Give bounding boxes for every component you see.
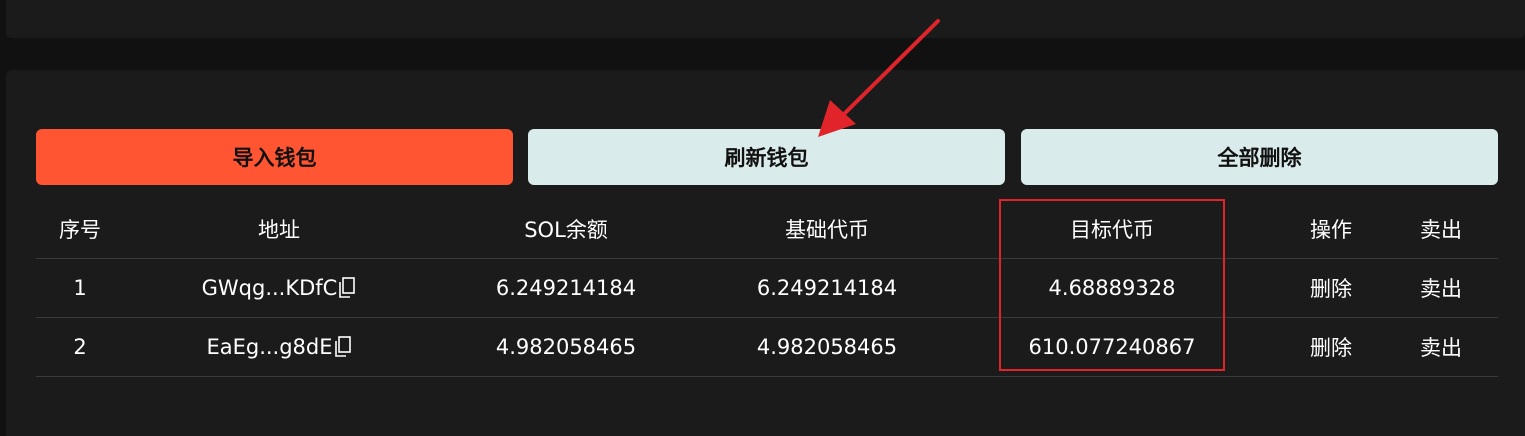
row-target-token: 4.68889328 (1048, 276, 1176, 300)
table-row: 1 GWqg...KDfC 6.249214184 6.249214184 4.… (36, 258, 1498, 317)
header-index: 序号 (59, 218, 101, 242)
row-address: GWqg...KDfC (124, 259, 434, 317)
header-target-token: 目标代币 (1070, 218, 1154, 242)
row-address: EaEg...g8dE (124, 318, 434, 376)
row-index: 1 (73, 276, 87, 300)
sell-row-button[interactable]: 卖出 (1386, 318, 1496, 376)
wallet-table: 序号 地址 SOL余额 基础代币 目标代币 操作 卖出 1 GWqg...KDf… (36, 200, 1498, 377)
header-sell: 卖出 (1420, 218, 1462, 242)
header-sol-balance: SOL余额 (524, 218, 608, 242)
delete-all-button[interactable]: 全部删除 (1021, 129, 1498, 185)
delete-row-button[interactable]: 删除 (1276, 259, 1386, 317)
header-base-token: 基础代币 (785, 218, 869, 242)
row-index: 2 (73, 335, 87, 359)
row-sol-balance: 4.982058465 (495, 335, 637, 359)
sell-row-button[interactable]: 卖出 (1386, 259, 1496, 317)
row-base-token: 4.982058465 (756, 335, 898, 359)
import-wallet-button[interactable]: 导入钱包 (36, 129, 513, 185)
row-target-token: 610.077240867 (1028, 335, 1196, 359)
row-base-token: 6.249214184 (756, 276, 898, 300)
address-text: GWqg...KDfC (201, 276, 338, 300)
address-text: EaEg...g8dE (206, 335, 333, 359)
header-operation: 操作 (1310, 218, 1352, 242)
copy-icon[interactable] (338, 277, 356, 299)
top-panel (6, 0, 1525, 38)
copy-icon[interactable] (334, 336, 352, 358)
header-address: 地址 (258, 218, 300, 242)
table-header: 序号 地址 SOL余额 基础代币 目标代币 操作 卖出 (36, 200, 1498, 258)
delete-row-button[interactable]: 删除 (1276, 318, 1386, 376)
table-row: 2 EaEg...g8dE 4.982058465 4.982058465 61… (36, 317, 1498, 377)
row-sol-balance: 6.249214184 (495, 276, 637, 300)
refresh-wallet-button[interactable]: 刷新钱包 (528, 129, 1005, 185)
